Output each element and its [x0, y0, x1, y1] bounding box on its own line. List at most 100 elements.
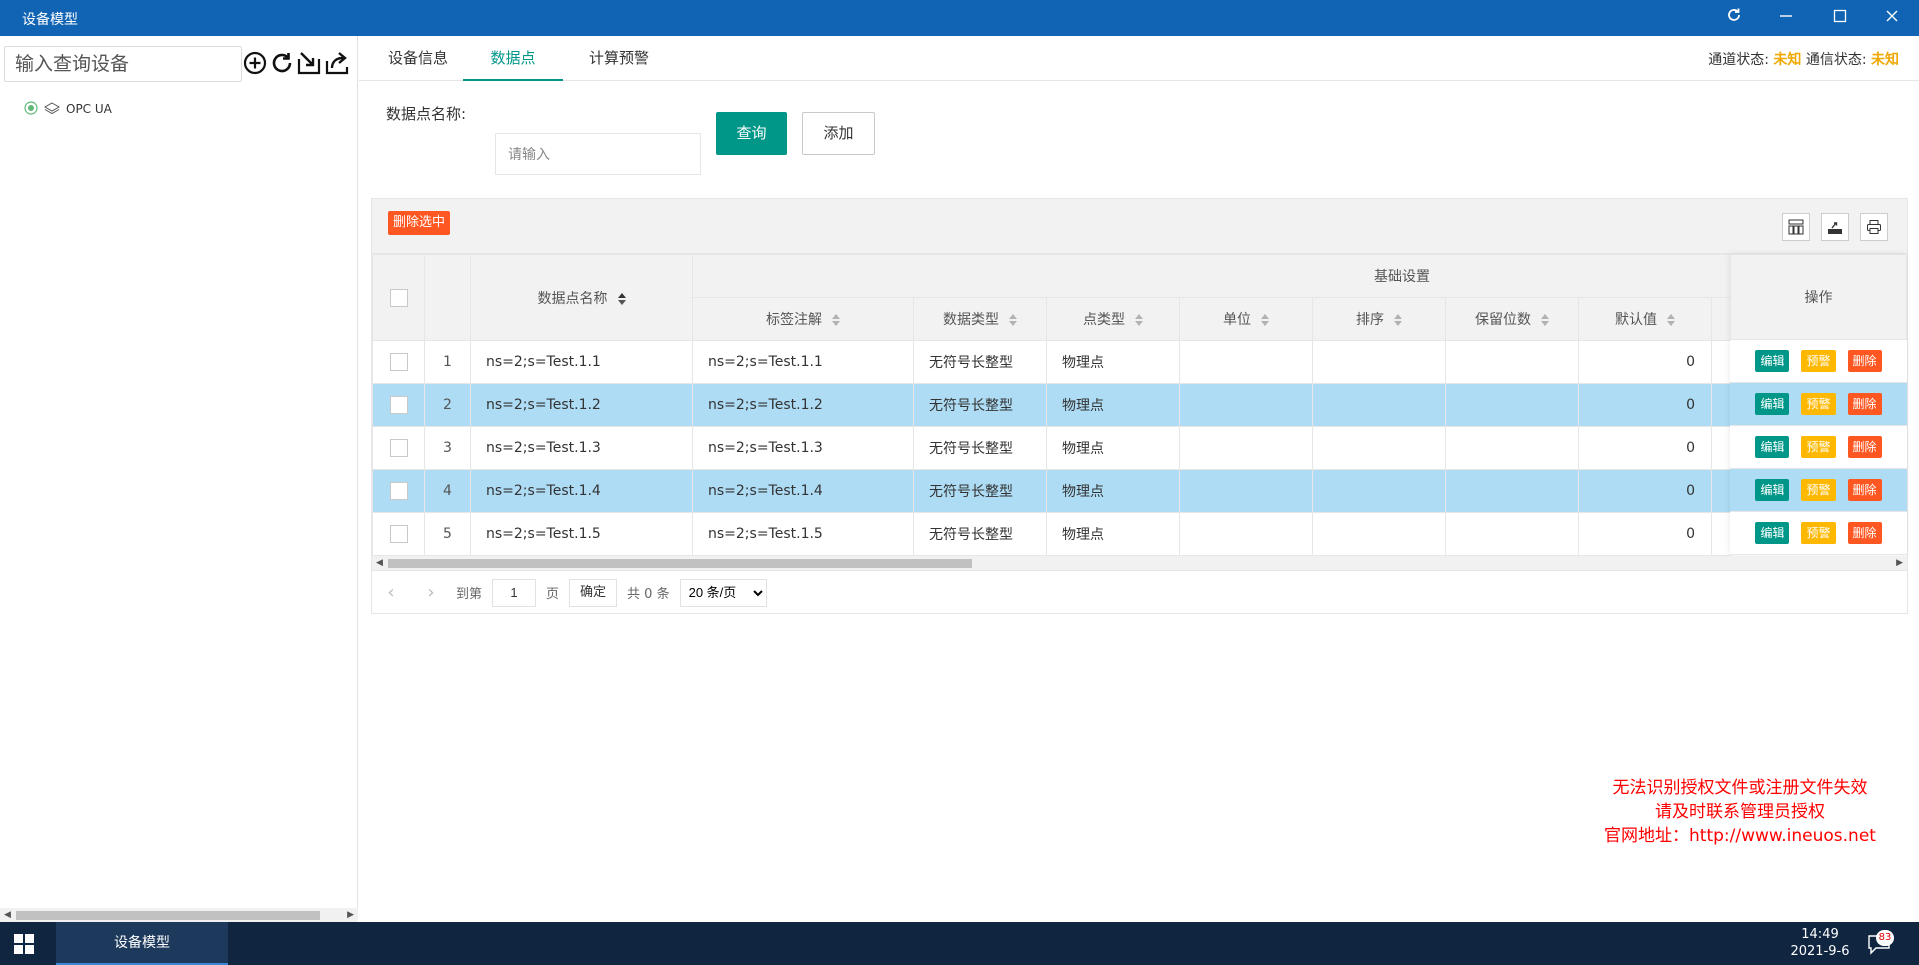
add-icon[interactable] [242, 50, 268, 76]
header-default[interactable]: 默认值 [1578, 297, 1712, 341]
notification-icon[interactable]: 83 [1866, 930, 1896, 958]
header-decimals[interactable]: 保留位数 [1445, 297, 1579, 341]
import-icon[interactable] [296, 50, 322, 76]
cell-data-type: 无符号长整型 [913, 469, 1047, 513]
tab-data-points[interactable]: 数据点 [463, 36, 563, 81]
export-table-icon[interactable] [1821, 213, 1849, 241]
refresh-icon[interactable] [269, 50, 295, 76]
scroll-thumb[interactable] [388, 559, 972, 568]
delete-button[interactable]: 删除 [1847, 522, 1882, 544]
print-icon[interactable] [1860, 213, 1888, 241]
next-page-icon[interactable]: › [420, 582, 442, 603]
header-spacer [1711, 297, 1731, 341]
alert-button[interactable]: 预警 [1801, 479, 1836, 501]
device-tree-panel: OPC UA ◀ ▶ [0, 36, 358, 922]
taskbar-app-device-model[interactable]: 设备模型 [56, 922, 228, 965]
delete-selected-button[interactable]: 删除选中 [388, 211, 451, 235]
alert-button[interactable]: 预警 [1801, 393, 1836, 415]
cell-decimals [1445, 340, 1579, 384]
row-checkbox[interactable] [389, 482, 408, 500]
tab-device-info[interactable]: 设备信息 [368, 36, 468, 81]
point-name-input[interactable] [495, 133, 701, 175]
cell-order [1312, 340, 1446, 384]
scroll-left-icon[interactable]: ◀ [4, 908, 11, 922]
sort-icon[interactable] [1009, 314, 1017, 326]
table-row[interactable]: 3 ns=2;s=Test.1.3 ns=2;s=Test.1.3 无符号长整型 物理点… [372, 426, 1731, 470]
header-label: 数据类型 [943, 312, 999, 328]
prev-page-icon[interactable]: ‹ [380, 582, 402, 603]
edit-button[interactable]: 编辑 [1755, 436, 1790, 458]
cell-tag: ns=2;s=Test.1.3 [692, 426, 914, 470]
license-warning-line: 无法识别授权文件或注册文件失效 [1612, 778, 1868, 798]
minimize-icon[interactable] [1774, 6, 1798, 30]
confirm-page-button[interactable]: 确定 [569, 578, 618, 607]
system-clock[interactable]: 14:49 2021-9-6 [1780, 926, 1860, 960]
delete-button[interactable]: 删除 [1847, 436, 1882, 458]
delete-button[interactable]: 删除 [1847, 479, 1882, 501]
row-index: 3 [424, 426, 471, 470]
edit-button[interactable]: 编辑 [1755, 393, 1790, 415]
sort-icon[interactable] [1667, 314, 1675, 326]
row-index: 1 [424, 340, 471, 384]
data-point-table-panel: 删除选中 数据点名称 基础设置 标签注解 数据类型 点类型 单位 排序 保留位数… [371, 198, 1908, 614]
row-checkbox[interactable] [389, 396, 408, 414]
table-body: 1 ns=2;s=Test.1.1 ns=2;s=Test.1.1 无符号长整型 物理点… [372, 340, 1731, 556]
device-search-input[interactable] [4, 46, 242, 82]
header-tag[interactable]: 标签注解 [692, 297, 914, 341]
sort-icon[interactable] [832, 314, 840, 326]
header-order[interactable]: 排序 [1312, 297, 1446, 341]
horizontal-scrollbar[interactable]: ◀ ▶ [0, 908, 358, 922]
table-row[interactable]: 5 ns=2;s=Test.1.5 ns=2;s=Test.1.5 无符号长整型 物理点… [372, 512, 1731, 556]
row-checkbox[interactable] [389, 353, 408, 371]
edit-button[interactable]: 编辑 [1755, 479, 1790, 501]
alert-button[interactable]: 预警 [1801, 436, 1836, 458]
table-row[interactable]: 2 ns=2;s=Test.1.2 ns=2;s=Test.1.2 无符号长整型 物理点… [372, 383, 1731, 427]
comm-status-label: 通信状态: [1805, 52, 1867, 68]
header-label: 数据点名称 [537, 290, 608, 307]
scroll-left-icon[interactable]: ◀ [376, 556, 383, 570]
sort-icon[interactable] [617, 292, 626, 305]
header-point-name[interactable]: 数据点名称 [470, 254, 693, 341]
header-point-type[interactable]: 点类型 [1046, 297, 1180, 341]
header-unit[interactable]: 单位 [1179, 297, 1313, 341]
alert-button[interactable]: 预警 [1801, 350, 1836, 372]
query-button[interactable]: 查询 [716, 112, 787, 155]
cell-unit [1179, 383, 1313, 427]
select-all-checkbox[interactable] [389, 288, 408, 307]
table-row[interactable]: 4 ns=2;s=Test.1.4 ns=2;s=Test.1.4 无符号长整型 物理点… [372, 469, 1731, 513]
alert-button[interactable]: 预警 [1801, 522, 1836, 544]
maximize-icon[interactable] [1828, 6, 1852, 30]
windows-icon[interactable] [14, 934, 34, 954]
row-operations: 编辑 预警 删除 [1730, 512, 1907, 555]
table-horizontal-scrollbar[interactable]: ◀ ▶ [372, 556, 1907, 570]
sort-icon[interactable] [1541, 314, 1549, 326]
page-number-input[interactable] [492, 578, 537, 607]
scroll-right-icon[interactable]: ▶ [347, 908, 354, 922]
sort-icon[interactable] [1135, 314, 1143, 326]
export-icon[interactable] [324, 50, 350, 76]
page-size-select[interactable]: 20 条/页 [679, 578, 767, 607]
header-data-type[interactable]: 数据类型 [913, 297, 1047, 341]
add-button[interactable]: 添加 [802, 112, 875, 155]
sort-icon[interactable] [1394, 314, 1402, 326]
edit-button[interactable]: 编辑 [1755, 350, 1790, 372]
row-checkbox[interactable] [389, 439, 408, 457]
scroll-thumb[interactable] [16, 911, 320, 920]
scroll-right-icon[interactable]: ▶ [1896, 556, 1903, 570]
operations-body: 编辑 预警 删除 编辑 预警 删除 编辑 预警 删除 编辑 预警 删除 编辑 预警 删除 [1730, 340, 1907, 555]
edit-button[interactable]: 编辑 [1755, 522, 1790, 544]
columns-icon[interactable] [1782, 213, 1810, 241]
delete-button[interactable]: 删除 [1847, 393, 1882, 415]
table-row[interactable]: 1 ns=2;s=Test.1.1 ns=2;s=Test.1.1 无符号长整型 物理点… [372, 340, 1731, 384]
row-checkbox[interactable] [389, 525, 408, 543]
sort-icon[interactable] [1261, 314, 1269, 326]
tab-compute-alert[interactable]: 计算预警 [569, 36, 669, 81]
cell-point-name: ns=2;s=Test.1.5 [470, 512, 693, 556]
close-icon[interactable] [1880, 6, 1904, 30]
delete-button[interactable]: 删除 [1847, 350, 1882, 372]
refresh-window-icon[interactable] [1722, 6, 1746, 30]
tree-node-opc-ua[interactable]: OPC UA [24, 98, 112, 120]
window-title: 设备模型 [22, 12, 78, 28]
cell-spacer [1711, 383, 1731, 427]
radio-checked-icon[interactable] [24, 100, 38, 118]
